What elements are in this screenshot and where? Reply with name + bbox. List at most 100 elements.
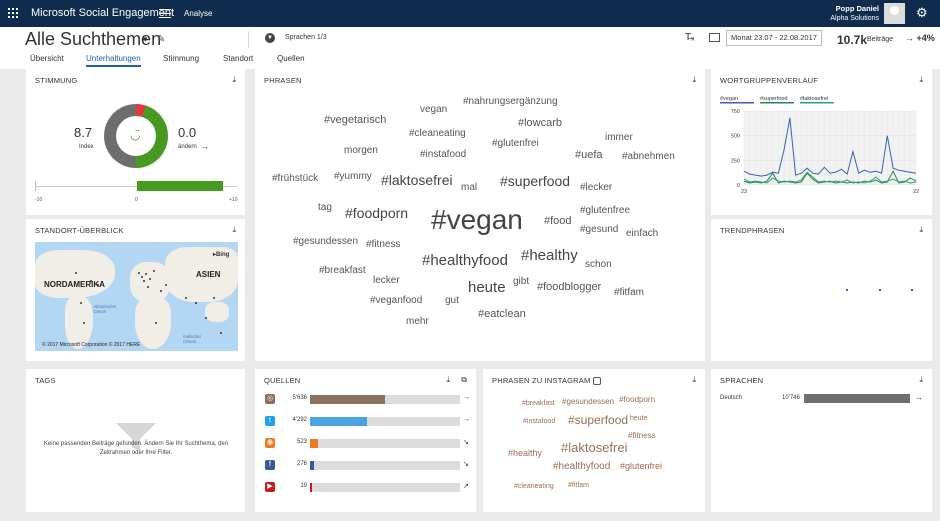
download-icon[interactable]: ⤓ — [692, 75, 696, 85]
trend-arrow-icon: ↘ — [463, 461, 469, 468]
phrase-word[interactable]: tag — [318, 203, 332, 213]
phrase-word[interactable]: #abnehmen — [622, 152, 675, 162]
bing-label: Bing — [216, 252, 230, 258]
edit-search-topic-icon[interactable]: ✎ — [157, 34, 165, 45]
tab-sources[interactable]: Quellen — [277, 54, 305, 63]
phrase-word[interactable]: #instafood — [420, 150, 466, 160]
phrase-word[interactable]: #instafood — [523, 418, 555, 425]
phrase-word[interactable]: #superfood — [500, 174, 570, 188]
phrase-word[interactable]: #cleaneating — [514, 483, 554, 490]
phrase-word[interactable]: #healthy — [508, 449, 542, 458]
phrase-word[interactable]: heute — [468, 280, 506, 295]
phrase-word[interactable]: lecker — [373, 276, 400, 286]
source-row-facebook[interactable]: f 276 ↘ — [265, 459, 475, 473]
phrase-word[interactable]: #breakfast — [319, 266, 366, 276]
phrase-word[interactable]: immer — [605, 133, 633, 143]
phrase-word[interactable]: vegan — [420, 105, 447, 115]
page-title[interactable]: Alle Suchthemen — [25, 29, 161, 50]
y-tick-label: 0 — [737, 183, 740, 189]
phrase-word[interactable]: #laktosefrei — [561, 441, 627, 454]
phrase-word[interactable]: #healthyfood — [553, 462, 610, 472]
card-title: STANDORT-ÜBERBLICK — [35, 226, 124, 235]
arrow-right-icon: → — [915, 393, 923, 402]
language-filter[interactable]: Sprachen 1/3 — [285, 34, 327, 41]
source-bar — [310, 395, 460, 404]
phrase-word[interactable]: #frühstück — [272, 174, 318, 184]
user-name: Popp Daniel — [835, 4, 879, 13]
phrase-word[interactable]: #glutenfree — [580, 206, 630, 216]
phrase-word[interactable]: #superfood — [568, 414, 628, 426]
source-row-twitter[interactable]: t 4'292 → — [265, 415, 475, 429]
phrase-word[interactable]: #cleaneating — [409, 129, 466, 139]
phrase-word[interactable]: #fitfam — [614, 288, 644, 298]
phrase-word[interactable]: #nahrungsergänzung — [463, 97, 558, 107]
trend-arrow-icon: ↗ — [463, 483, 469, 490]
phrase-word[interactable]: #laktosefrei — [381, 173, 453, 187]
phrase-word[interactable]: schon — [585, 260, 612, 270]
phrase-word[interactable]: #eatclean — [478, 309, 526, 320]
phrase-word[interactable]: #uefa — [575, 150, 603, 161]
source-row-youtube[interactable]: ▶ 19 ↗ — [265, 481, 475, 495]
phrase-word[interactable]: #lecker — [580, 183, 612, 193]
date-range-selector[interactable]: Monat 23.07 - 22.08.2017 — [726, 30, 822, 46]
download-icon[interactable]: ⤓ — [919, 225, 923, 235]
trend-point — [879, 289, 881, 291]
phrase-word[interactable]: #glutenfrei — [620, 462, 662, 471]
filter-icon[interactable]: ▼ — [265, 33, 275, 43]
tab-conversations[interactable]: Unterhaltungen — [86, 54, 141, 67]
avatar[interactable] — [884, 3, 905, 24]
phrase-word[interactable]: mal — [461, 183, 477, 193]
gear-icon[interactable]: ⚙ — [916, 5, 928, 21]
y-tick-label: 750 — [731, 109, 740, 115]
phrase-word[interactable]: #fitness — [366, 240, 400, 250]
phrase-word[interactable]: #gesundessen — [562, 398, 614, 406]
user-info[interactable]: Popp Daniel Alpha Solutions — [830, 4, 879, 23]
download-icon[interactable]: ⤓ — [446, 375, 450, 385]
calendar-icon[interactable] — [709, 33, 720, 42]
phrase-word[interactable]: #foodporn — [345, 206, 408, 220]
hamburger-menu-icon[interactable] — [159, 9, 171, 18]
phrase-word[interactable]: #gesund — [580, 225, 618, 235]
instagram-icon — [592, 377, 601, 386]
phrase-word[interactable]: heute — [630, 415, 648, 422]
phrase-word[interactable]: #fitness — [628, 432, 656, 440]
divider — [248, 31, 249, 48]
phrase-word[interactable]: #healthyfood — [422, 253, 508, 268]
chevron-down-icon[interactable]: ▾ — [143, 34, 148, 45]
download-icon[interactable]: ⤓ — [232, 225, 236, 235]
source-value: 4'292 — [292, 417, 308, 423]
phrase-word[interactable]: #breakfast — [522, 400, 555, 407]
phrase-word[interactable]: #gesundessen — [293, 237, 358, 247]
phrase-word[interactable]: #vegan — [431, 206, 523, 234]
phrase-word[interactable]: #fitfam — [568, 482, 589, 489]
smiley-icon: ◡̈ — [130, 128, 141, 142]
module-name[interactable]: Analyse — [184, 9, 212, 18]
download-icon[interactable]: ⤓ — [232, 75, 236, 85]
phrase-word[interactable]: #foodblogger — [537, 282, 601, 293]
phrase-word[interactable]: gibt — [513, 277, 529, 287]
app-title[interactable]: Microsoft Social Engagement — [31, 7, 174, 19]
phrase-word[interactable]: #food — [544, 216, 572, 227]
expand-icon[interactable]: ⧉ — [461, 375, 467, 385]
phrase-word[interactable]: #healthy — [521, 248, 578, 263]
phrase-word[interactable]: mehr — [406, 317, 429, 327]
tab-location[interactable]: Standort — [223, 54, 253, 63]
phrase-word[interactable]: #foodporn — [619, 396, 655, 404]
phrase-word[interactable]: #vegetarisch — [324, 115, 386, 126]
phrase-word[interactable]: #lowcarb — [518, 118, 562, 129]
tab-overview[interactable]: Übersicht — [30, 54, 64, 63]
phrase-word[interactable]: #veganfood — [370, 296, 422, 306]
phrase-word[interactable]: #glutenfrei — [492, 139, 539, 149]
phrase-word[interactable]: einfach — [626, 229, 658, 239]
app-launcher-icon[interactable] — [8, 8, 18, 18]
clear-filter-icon[interactable]: T̶ₓ — [685, 32, 694, 43]
map-label-atlantic: Atlantischer Ozean — [93, 304, 117, 314]
download-icon[interactable]: ⤓ — [692, 375, 696, 385]
download-icon[interactable]: ⤓ — [919, 375, 923, 385]
phrase-word[interactable]: gut — [445, 296, 459, 306]
phrase-word[interactable]: #yummy — [334, 172, 372, 182]
source-row-rss[interactable]: ◉ 523 ↘ — [265, 437, 475, 451]
tab-sentiment[interactable]: Stimmung — [163, 54, 199, 63]
phrase-word[interactable]: morgen — [344, 146, 378, 156]
source-row-instagram[interactable]: ◎ 5'636 → — [265, 393, 475, 407]
